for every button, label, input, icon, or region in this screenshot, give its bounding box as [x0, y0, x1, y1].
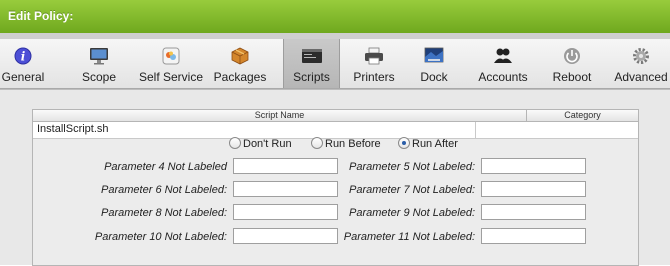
- parameter-6-field[interactable]: [233, 181, 338, 197]
- info-icon: i: [14, 47, 32, 65]
- radio-dont-run[interactable]: Don't Run: [229, 137, 292, 153]
- radio-dont-run-label: Don't Run: [243, 138, 292, 150]
- tab-printers[interactable]: Printers: [346, 39, 402, 88]
- parameter-11-field[interactable]: [481, 228, 586, 244]
- parameter-11-label: Parameter 11 Not Labeled:: [343, 231, 475, 243]
- parameter-4-label: Parameter 4 Not Labeled: [104, 161, 227, 173]
- column-header-category[interactable]: Category: [527, 110, 638, 121]
- self-service-icon: [162, 47, 180, 65]
- cell-divider: [475, 122, 476, 138]
- script-name-cell: InstallScript.sh: [37, 123, 109, 135]
- tab-printers-label: Printers: [353, 70, 395, 84]
- tab-general-label: General: [1, 70, 45, 84]
- tab-packages[interactable]: Packages: [208, 39, 272, 88]
- parameter-8-field[interactable]: [233, 204, 338, 220]
- tab-advanced-label: Advanced: [614, 70, 668, 84]
- parameter-8-label: Parameter 8 Not Labeled:: [101, 207, 227, 219]
- printer-icon: [365, 47, 383, 65]
- parameter-7-field[interactable]: [481, 181, 586, 197]
- tab-dock[interactable]: Dock: [414, 39, 454, 88]
- power-icon: [564, 48, 580, 64]
- parameter-5-field[interactable]: [481, 158, 586, 174]
- tab-scope[interactable]: Scope: [76, 39, 122, 88]
- radio-run-before[interactable]: Run Before: [311, 137, 381, 153]
- parameter-4-field[interactable]: [233, 158, 338, 174]
- tab-self-service[interactable]: Self Service: [138, 39, 204, 88]
- tab-reboot[interactable]: Reboot: [547, 39, 597, 88]
- parameter-9-field[interactable]: [481, 204, 586, 220]
- parameter-9-label: Parameter 9 Not Labeled:: [349, 207, 475, 219]
- page-title: Edit Policy:: [8, 9, 74, 23]
- tab-reboot-label: Reboot: [552, 70, 592, 84]
- package-icon: [231, 47, 249, 65]
- table-header: Script Name Category: [33, 110, 638, 122]
- tab-dock-label: Dock: [420, 70, 448, 84]
- tab-accounts-label: Accounts: [478, 70, 528, 84]
- parameter-7-label: Parameter 7 Not Labeled:: [349, 184, 475, 196]
- tab-self-service-label: Self Service: [138, 70, 204, 84]
- radio-button[interactable]: [311, 137, 323, 149]
- parameter-10-field[interactable]: [233, 228, 338, 244]
- parameter-5-label: Parameter 5 Not Labeled:: [349, 161, 475, 173]
- parameter-6-label: Parameter 6 Not Labeled:: [101, 184, 227, 196]
- run-option-group: Don't Run Run Before Run After: [0, 137, 670, 153]
- tab-scripts[interactable]: Scripts: [283, 39, 340, 88]
- tab-scope-label: Scope: [81, 70, 117, 84]
- dock-icon: [424, 47, 444, 63]
- script-icon: [301, 49, 322, 63]
- column-header-script-name[interactable]: Script Name: [33, 110, 526, 121]
- radio-run-before-label: Run Before: [325, 138, 381, 150]
- svg-text:i: i: [21, 50, 26, 64]
- title-bar: Edit Policy:: [0, 0, 670, 33]
- radio-button[interactable]: [229, 137, 241, 149]
- radio-run-after-label: Run After: [412, 138, 458, 150]
- tab-advanced[interactable]: Advanced: [612, 39, 670, 88]
- radio-run-after[interactable]: Run After: [398, 137, 458, 153]
- monitor-icon: [90, 48, 108, 65]
- tab-scripts-label: Scripts: [293, 70, 330, 84]
- accounts-icon: [494, 48, 512, 63]
- gear-icon: [633, 48, 649, 64]
- parameter-10-label: Parameter 10 Not Labeled:: [94, 231, 227, 243]
- tab-accounts[interactable]: Accounts: [473, 39, 533, 88]
- tab-general[interactable]: i General: [0, 39, 46, 88]
- tab-packages-label: Packages: [213, 70, 267, 84]
- policy-tab-bar: i General Scope Self Service Packages Sc…: [0, 39, 670, 89]
- radio-button[interactable]: [398, 137, 410, 149]
